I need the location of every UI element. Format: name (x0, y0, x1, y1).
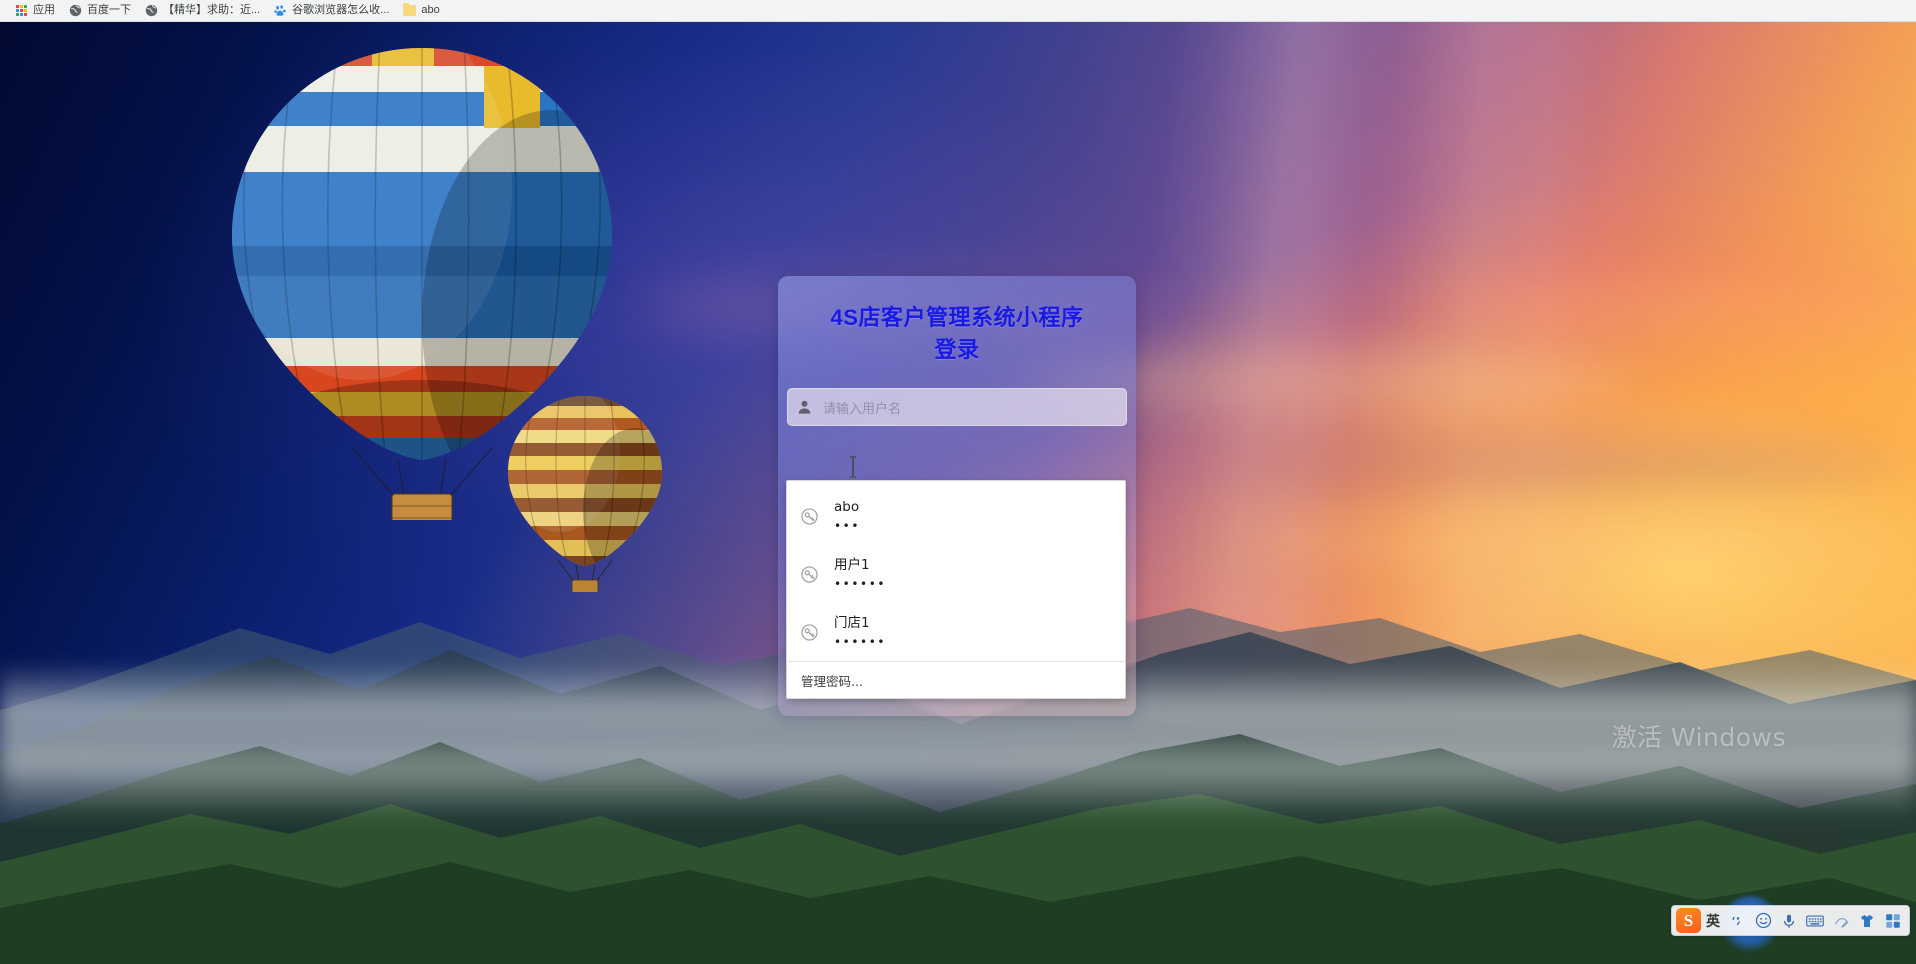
bookmark-folder-abo[interactable]: abo (396, 2, 446, 20)
autofill-password-mask: ••• (834, 519, 861, 533)
bookmark-label: 百度一下 (87, 4, 131, 16)
page-title: 4S店客户管理系统小程序 登录 (796, 302, 1118, 366)
key-circle-icon (801, 623, 818, 641)
autofill-entry-abo[interactable]: abo ••• (787, 487, 1125, 545)
globe-icon (69, 4, 82, 17)
autofill-entry-text: 用户1 •••••• (834, 557, 887, 591)
soft-keyboard-icon[interactable] (1803, 909, 1827, 932)
voice-input-icon[interactable] (1777, 909, 1801, 932)
autofill-entry-text: 门店1 •••••• (834, 615, 887, 649)
autofill-entry-user1[interactable]: 用户1 •••••• (787, 545, 1125, 603)
autofill-password-mask: •••••• (834, 577, 887, 591)
baidu-paw-icon (274, 4, 287, 17)
bookmark-chrome-favorites[interactable]: 谷歌浏览器怎么收... (267, 2, 396, 20)
ime-language-toggle[interactable]: 英 (1703, 911, 1723, 931)
toolbox-icon[interactable] (1881, 909, 1905, 932)
autofill-username: 门店1 (834, 615, 870, 631)
manage-passwords-link[interactable]: 管理密码... (787, 661, 1125, 698)
emoji-icon[interactable] (1751, 909, 1775, 932)
bookmark-label: 【精华】求助：近... (163, 4, 261, 16)
bookmarks-bar: 应用 百度一下 【精华】求助：近... 谷歌浏览器怎么收... abo (0, 0, 1916, 22)
ime-toolbar[interactable]: S 英 (1671, 905, 1910, 936)
bookmark-label: 应用 (33, 4, 55, 16)
screen: 应用 百度一下 【精华】求助：近... 谷歌浏览器怎么收... abo 4S店客… (0, 0, 1916, 964)
login-page: 4S店客户管理系统小程序 登录 请输入用户名 abo ••• 用户1 •••••… (0, 22, 1916, 964)
autofill-dropdown[interactable]: abo ••• 用户1 •••••• 门店1 •••••• 管理密码... (786, 480, 1126, 699)
folder-icon (403, 3, 417, 17)
bookmark-apps[interactable]: 应用 (8, 2, 62, 20)
key-circle-icon (801, 565, 818, 583)
bookmark-forum-thread[interactable]: 【精华】求助：近... (138, 2, 267, 20)
apps-grid-icon (15, 4, 28, 17)
title-line-1: 4S店客户管理系统小程序 (830, 305, 1084, 330)
username-input[interactable]: 请输入用户名 (787, 388, 1127, 426)
globe-icon (145, 4, 158, 17)
autofill-password-mask: •••••• (834, 635, 887, 649)
skin-icon[interactable] (1855, 909, 1879, 932)
sogou-logo-icon[interactable]: S (1676, 908, 1701, 933)
autofill-username: 用户1 (834, 557, 870, 573)
autofill-username: abo (834, 499, 860, 515)
windows-activation-watermark: 激活 Windows (1611, 723, 1786, 752)
autofill-entry-text: abo ••• (834, 499, 861, 533)
person-icon (798, 400, 811, 414)
tone-mark-icon[interactable] (1725, 909, 1749, 932)
handwriting-icon[interactable] (1829, 909, 1853, 932)
bookmark-label: 谷歌浏览器怎么收... (292, 4, 390, 16)
title-line-2: 登录 (934, 336, 980, 362)
key-circle-icon (801, 507, 818, 525)
bookmark-baidu[interactable]: 百度一下 (62, 2, 138, 20)
autofill-entry-store1[interactable]: 门店1 •••••• (787, 603, 1125, 661)
bookmark-label: abo (421, 4, 440, 16)
username-placeholder: 请输入用户名 (823, 401, 902, 417)
